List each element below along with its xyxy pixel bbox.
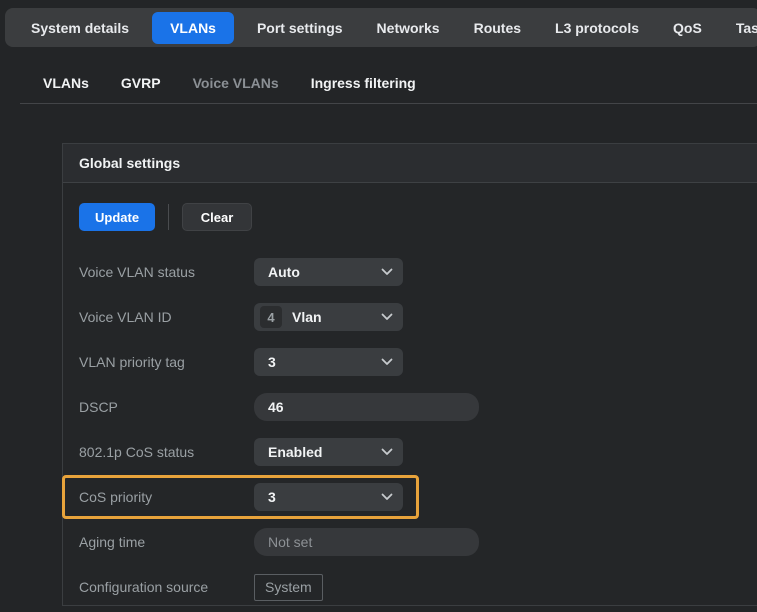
- dscp-input[interactable]: [254, 393, 479, 421]
- subnav-item-voice-vlans[interactable]: Voice VLANs: [193, 75, 279, 91]
- chevron-down-icon: [381, 268, 393, 276]
- voice-vlan-id-select[interactable]: 4 Vlan: [254, 303, 403, 331]
- row-8021p-cos-status: 802.1p CoS status Enabled: [79, 438, 743, 466]
- chevron-down-icon: [381, 493, 393, 501]
- tab-routes[interactable]: Routes: [463, 12, 532, 44]
- global-settings-panel: Global settings Update Clear Voice VLAN …: [62, 143, 757, 606]
- cos-priority-label: CoS priority: [79, 489, 254, 505]
- cos-priority-select[interactable]: 3: [254, 483, 403, 511]
- vlan-sub-nav: VLANs GVRP Voice VLANs Ingress filtering: [0, 70, 757, 96]
- select-value: 3: [268, 489, 381, 505]
- select-value: Vlan: [292, 309, 381, 325]
- configuration-source-label: Configuration source: [79, 579, 254, 595]
- tab-port-settings[interactable]: Port settings: [246, 12, 354, 44]
- dscp-label: DSCP: [79, 399, 254, 415]
- cos-status-label: 802.1p CoS status: [79, 444, 254, 460]
- tab-vlans[interactable]: VLANs: [152, 12, 234, 44]
- row-configuration-source: Configuration source System: [79, 573, 743, 601]
- voice-vlan-status-select[interactable]: Auto: [254, 258, 403, 286]
- voice-vlan-status-label: Voice VLAN status: [79, 264, 254, 280]
- tab-l3-protocols[interactable]: L3 protocols: [544, 12, 650, 44]
- row-aging-time: Aging time: [79, 528, 743, 556]
- tab-system-details[interactable]: System details: [20, 12, 140, 44]
- row-vlan-priority-tag: VLAN priority tag 3: [79, 348, 743, 376]
- chevron-down-icon: [381, 358, 393, 366]
- aging-time-label: Aging time: [79, 534, 254, 550]
- configuration-source-chip: System: [254, 574, 323, 601]
- select-value: Enabled: [268, 444, 381, 460]
- chevron-down-icon: [381, 313, 393, 321]
- subnav-item-vlans[interactable]: VLANs: [43, 75, 89, 91]
- panel-title: Global settings: [79, 155, 180, 171]
- aging-time-input[interactable]: [254, 528, 479, 556]
- subnav-item-gvrp[interactable]: GVRP: [121, 75, 161, 91]
- vlan-priority-tag-select[interactable]: 3: [254, 348, 403, 376]
- top-tab-bar: System details VLANs Port settings Netwo…: [5, 8, 757, 47]
- select-value: 3: [268, 354, 381, 370]
- vlan-priority-tag-label: VLAN priority tag: [79, 354, 254, 370]
- tab-networks[interactable]: Networks: [366, 12, 451, 44]
- tab-qos[interactable]: QoS: [662, 12, 713, 44]
- chevron-down-icon: [381, 448, 393, 456]
- row-dscp: DSCP: [79, 393, 743, 421]
- panel-body: Update Clear Voice VLAN status Auto Voic…: [63, 183, 757, 601]
- action-button-row: Update Clear: [79, 203, 743, 231]
- cos-status-select[interactable]: Enabled: [254, 438, 403, 466]
- subnav-item-ingress-filtering[interactable]: Ingress filtering: [311, 75, 416, 91]
- button-separator: [168, 204, 169, 230]
- row-voice-vlan-status: Voice VLAN status Auto: [79, 258, 743, 286]
- update-button[interactable]: Update: [79, 203, 155, 231]
- clear-button[interactable]: Clear: [182, 203, 252, 231]
- panel-header: Global settings: [63, 144, 757, 183]
- row-voice-vlan-id: Voice VLAN ID 4 Vlan: [79, 303, 743, 331]
- row-cos-priority-highlighted: CoS priority 3: [62, 475, 419, 519]
- tab-task-queue[interactable]: Task queue: [725, 12, 757, 44]
- voice-vlan-id-label: Voice VLAN ID: [79, 309, 254, 325]
- select-value: Auto: [268, 264, 381, 280]
- subnav-divider: [20, 103, 757, 104]
- vlan-id-badge: 4: [260, 306, 282, 328]
